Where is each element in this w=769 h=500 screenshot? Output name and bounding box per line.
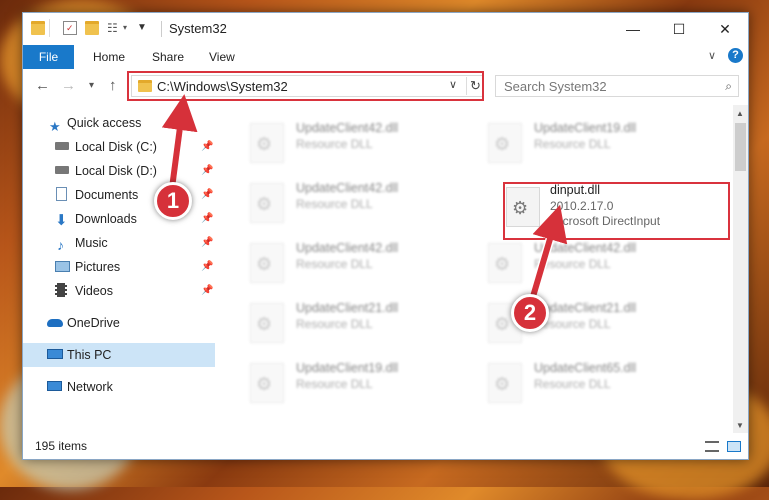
step-badge-2: 2 <box>511 294 549 332</box>
annotation-arrow-2 <box>529 204 568 301</box>
step-badge-1: 1 <box>154 182 192 220</box>
annotation-overlay <box>161 94 568 305</box>
